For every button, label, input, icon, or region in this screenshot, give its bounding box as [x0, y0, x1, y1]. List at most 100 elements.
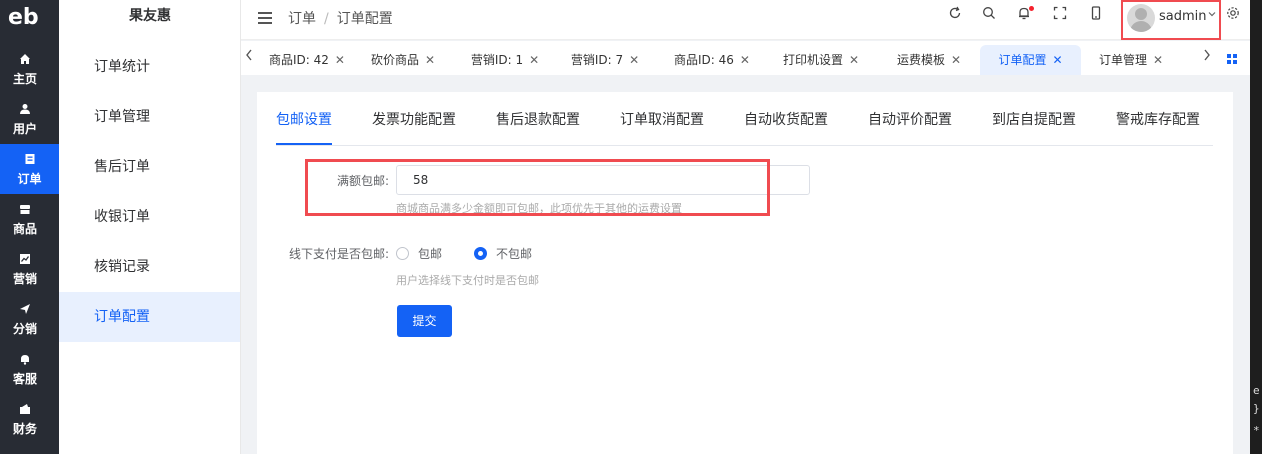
config-card: 包邮设置 发票功能配置 售后退款配置 订单取消配置 自动收货配置 自动评价配置 … [257, 92, 1233, 454]
bell-icon[interactable] [1014, 6, 1034, 26]
rail-label: 商品 [12, 222, 37, 236]
tab-item[interactable]: 营销ID: 1 ✕ [457, 45, 553, 75]
tab-label: 营销ID: 7 [570, 53, 624, 67]
rail-item-finance[interactable]: 财务 [0, 394, 50, 444]
tabs-scroll-left-icon[interactable] [245, 49, 253, 65]
devtools-edge: e } * [1250, 0, 1262, 454]
radio-no-free-shipping[interactable]: 不包邮 [474, 245, 532, 262]
tab-item[interactable]: 商品ID: 42 ✕ [259, 45, 355, 75]
tab-item-active[interactable]: 订单配置 ✕ [980, 45, 1081, 75]
tab-auto-review[interactable]: 自动评价配置 [868, 109, 952, 129]
breadcrumb-current: 订单配置 [336, 11, 393, 27]
tab-stock-alert[interactable]: 警戒库存配置 [1116, 109, 1200, 129]
tabs-scroll-right-icon[interactable] [1203, 49, 1211, 65]
breadcrumb-item[interactable]: 订单 [288, 11, 316, 27]
tab-item[interactable]: 运费模板 ✕ [881, 45, 977, 75]
marketing-icon [0, 253, 50, 271]
tab-self-pickup[interactable]: 到店自提配置 [992, 109, 1076, 129]
tab-label: 打印机设置 [782, 53, 843, 67]
goods-icon [0, 203, 50, 221]
rail-item-distribution[interactable]: 分销 [0, 294, 50, 344]
tab-item[interactable]: 营销ID: 7 ✕ [557, 45, 653, 75]
tab-item[interactable]: 订单管理 ✕ [1083, 45, 1179, 75]
close-icon[interactable]: ✕ [335, 53, 345, 67]
rail-item-user[interactable]: 用户 [0, 94, 50, 144]
order-icon [0, 153, 59, 171]
devtools-glyph: e [1253, 384, 1260, 397]
radio-free-shipping[interactable]: 包邮 [396, 245, 442, 262]
close-icon[interactable]: ✕ [425, 53, 435, 67]
tab-item[interactable]: 砍价商品 ✕ [355, 45, 451, 75]
submenu-item-verify[interactable]: 核销记录 [59, 242, 240, 292]
refresh-icon[interactable] [945, 6, 965, 26]
avatar [1127, 4, 1155, 32]
close-icon[interactable]: ✕ [849, 53, 859, 67]
submit-button[interactable]: 提交 [397, 305, 452, 337]
logo: eb [8, 5, 39, 30]
tabs-menu-icon[interactable] [1227, 54, 1237, 64]
main-nav-rail: eb 主页 用户 订单 商品 营销 分销 客服 财务 [0, 0, 59, 454]
submenu-item-order-stats[interactable]: 订单统计 [59, 42, 240, 92]
finance-icon [0, 403, 50, 421]
rail-label: 分销 [12, 322, 37, 336]
tabs-bar: 商品ID: 42 ✕ 砍价商品 ✕ 营销ID: 1 ✕ 营销ID: 7 ✕ 商品ID: … [241, 41, 1262, 75]
breadcrumb: 订单 / 订单配置 [288, 8, 393, 28]
offline-shipping-label: 线下支付是否包邮: [288, 247, 389, 261]
tab-label: 营销ID: 1 [470, 53, 524, 67]
tab-label: 订单配置 [998, 53, 1047, 67]
radio-circle-checked [474, 247, 487, 260]
mobile-icon[interactable] [1086, 6, 1106, 26]
tab-invoice[interactable]: 发票功能配置 [372, 109, 456, 129]
tab-auto-receive[interactable]: 自动收货配置 [744, 109, 828, 129]
submenu-item-aftersale[interactable]: 售后订单 [59, 142, 240, 192]
rail-item-marketing[interactable]: 营销 [0, 244, 50, 294]
tab-label: 砍价商品 [370, 53, 419, 67]
highlight-box [305, 159, 770, 216]
tab-label: 订单管理 [1098, 53, 1147, 67]
rail-label: 用户 [12, 122, 37, 136]
close-icon[interactable]: ✕ [1052, 53, 1062, 67]
tab-item[interactable]: 打印机设置 ✕ [771, 45, 871, 75]
tabs-divider [276, 145, 1213, 146]
menu-toggle-icon[interactable] [258, 9, 272, 29]
close-icon[interactable]: ✕ [629, 53, 639, 67]
rail-item-home[interactable]: 主页 [0, 44, 50, 94]
tab-order-cancel[interactable]: 订单取消配置 [620, 109, 704, 129]
tab-label: 运费模板 [896, 53, 945, 67]
devtools-glyph: * [1253, 424, 1260, 437]
close-icon[interactable]: ✕ [529, 53, 539, 67]
tab-refund[interactable]: 售后退款配置 [496, 109, 580, 129]
username: sadmin [1159, 9, 1207, 24]
offline-shipping-help: 用户选择线下支付时是否包邮 [396, 274, 539, 287]
submenu-item-order-config[interactable]: 订单配置 [59, 292, 240, 342]
close-icon[interactable]: ✕ [740, 53, 750, 67]
rail-item-order[interactable]: 订单 [0, 144, 59, 194]
app-root: eb 主页 用户 订单 商品 营销 分销 客服 财务 果友惠 订单统计 订单管理… [0, 0, 1262, 454]
home-icon [0, 53, 50, 71]
submenu-item-cashier[interactable]: 收银订单 [59, 192, 240, 242]
close-icon[interactable]: ✕ [1153, 53, 1163, 67]
breadcrumb-separator: / [324, 11, 329, 27]
notification-dot [1029, 6, 1034, 11]
close-icon[interactable]: ✕ [951, 53, 961, 67]
rail-label: 订单 [17, 172, 42, 186]
app-name: 果友惠 [129, 8, 171, 24]
distribution-icon [0, 303, 50, 321]
devtools-glyph: } [1253, 402, 1260, 415]
user-menu[interactable]: sadmin [1121, 0, 1221, 40]
radio-circle [396, 247, 409, 260]
tab-free-shipping[interactable]: 包邮设置 [276, 109, 332, 129]
rail-item-goods[interactable]: 商品 [0, 194, 50, 244]
rail-label: 主页 [12, 72, 37, 86]
submenu-item-order-manage[interactable]: 订单管理 [59, 92, 240, 142]
settings-icon[interactable] [1223, 6, 1243, 26]
fullscreen-icon[interactable] [1050, 6, 1070, 26]
rail-item-service[interactable]: 客服 [0, 344, 50, 394]
chevron-down-icon [1207, 9, 1217, 22]
tab-item[interactable]: 商品ID: 46 ✕ [661, 45, 763, 75]
radio-label: 不包邮 [496, 247, 533, 261]
rail-label: 营销 [12, 272, 37, 286]
search-icon[interactable] [979, 6, 999, 26]
tab-label: 商品ID: 42 [269, 53, 329, 67]
user-icon [0, 103, 50, 121]
